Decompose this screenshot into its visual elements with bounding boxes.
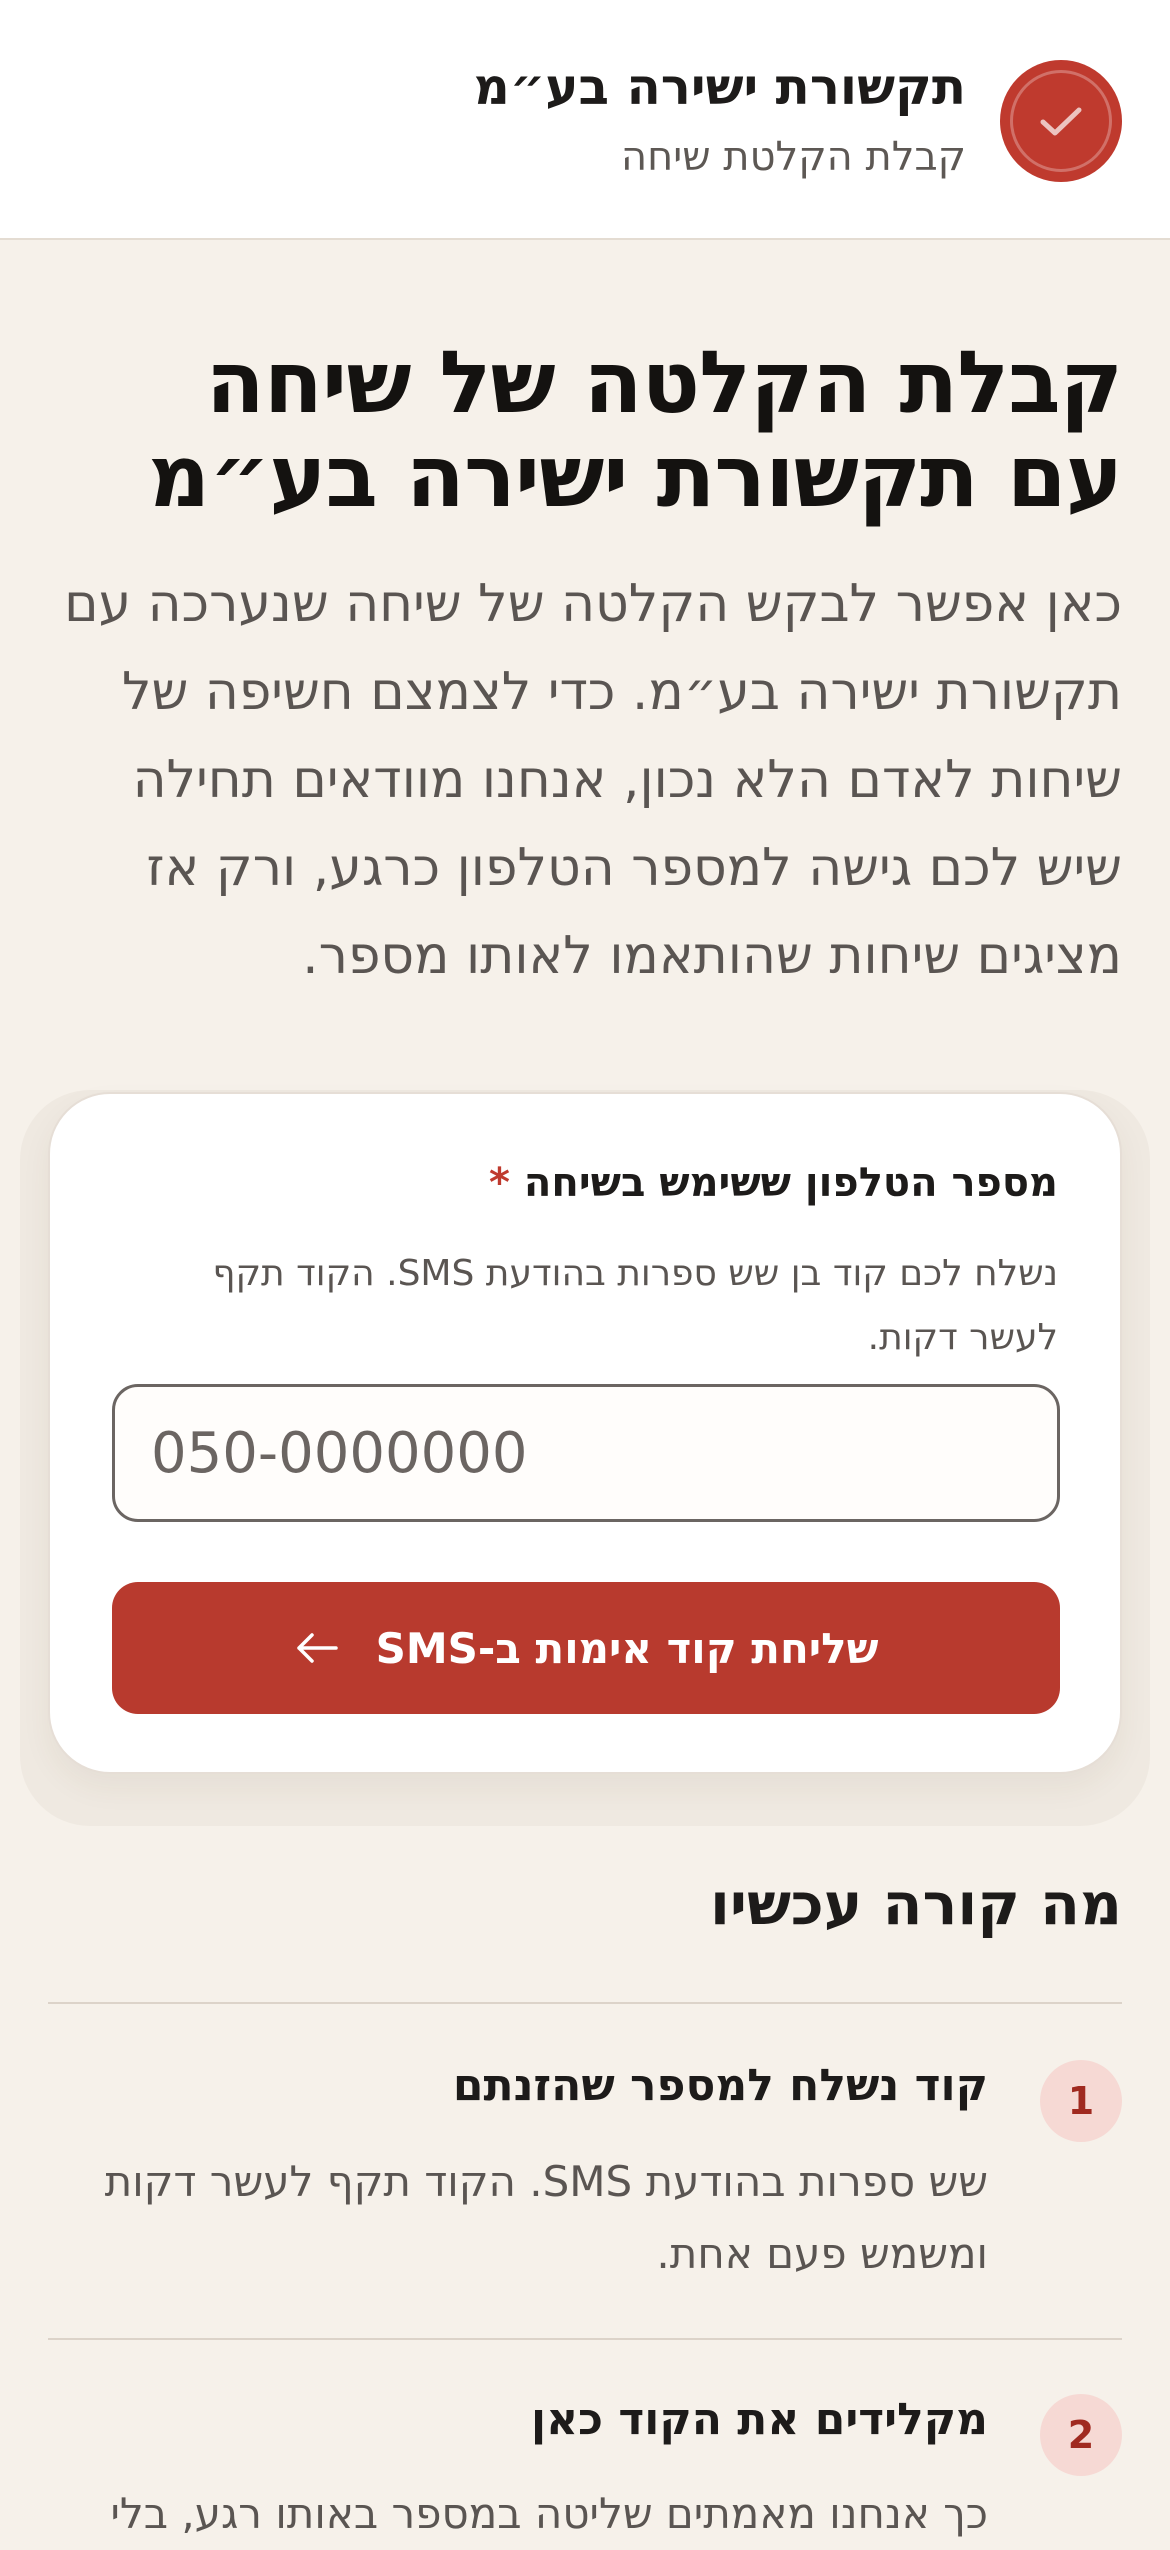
step-title: מקלידים את הקוד כאן xyxy=(531,2394,988,2445)
page-title: קבלת הקלטה של שיחה עם תקשורת ישירה בע״מ xyxy=(48,333,1123,527)
brand-logo xyxy=(1000,60,1122,182)
header-subtitle: קבלת הקלטת שיחה xyxy=(621,134,966,180)
header-title: תקשורת ישירה בע״מ xyxy=(473,58,966,116)
send-sms-code-label: שליחת קוד אימות ב-SMS xyxy=(375,1623,879,1673)
intro-line: מציגים שיחות שהותאמו לאותו מספר. xyxy=(302,926,1122,986)
page-title-line: עם תקשורת ישירה בע״מ xyxy=(147,427,1123,527)
phone-field-label-text: מספר הטלפון ששימש בשיחה xyxy=(523,1160,1058,1206)
check-icon xyxy=(1010,70,1112,172)
send-sms-code-button[interactable]: שליחת קוד אימות ב-SMS xyxy=(112,1582,1060,1714)
help-line: לעשר דקות. xyxy=(867,1317,1058,1358)
app-header: תקשורת ישירה בע״מ קבלת הקלטת שיחה xyxy=(0,0,1170,240)
step-number-badge: 1 xyxy=(1040,2060,1122,2142)
required-mark: * xyxy=(488,1160,510,1206)
arrow-left-icon xyxy=(294,1631,340,1665)
step-desc-line: ומשמש פעם אחת. xyxy=(656,2229,988,2278)
phone-verification-card: מספר הטלפון ששימש בשיחה * נשלח לכם קוד בן… xyxy=(48,1092,1122,1774)
intro-line: כאן אפשר לבקש הקלטה של שיחה שנערכה עם xyxy=(64,574,1122,634)
page-title-line: קבלת הקלטה של שיחה xyxy=(205,333,1123,433)
phone-input[interactable] xyxy=(112,1384,1060,1522)
steps-heading: מה קורה עכשיו xyxy=(709,1870,1122,1938)
intro-line: תקשורת ישירה בע״מ. כדי לצמצם חשיפה של xyxy=(121,662,1122,722)
step-number-badge: 2 xyxy=(1040,2394,1122,2476)
help-line: נשלח לכם קוד בן שש ספרות בהודעת SMS. הקו… xyxy=(212,1253,1058,1294)
phone-field-label: מספר הטלפון ששימש בשיחה * xyxy=(489,1160,1058,1206)
phone-field-help: נשלח לכם קוד בן שש ספרות בהודעת SMS. הקו… xyxy=(98,1242,1058,1370)
step-desc-line: שש ספרות בהודעת SMS. הקוד תקף לעשר דקות xyxy=(104,2157,988,2206)
intro-text: כאן אפשר לבקש הקלטה של שיחה שנערכה עם תק… xyxy=(46,560,1122,1000)
intro-line: שיש לכם גישה למספר הטלפון כרגע, ורק אז xyxy=(146,838,1122,898)
divider xyxy=(48,2338,1122,2340)
step-description: כך אנחנו מאמתים שליטה במספר באותו רגע, ב… xyxy=(28,2478,988,2550)
step-description: שש ספרות בהודעת SMS. הקוד תקף לעשר דקות … xyxy=(28,2146,988,2290)
intro-line: שיחות לאדם הלא נכון, אנחנו מוודאים תחילה xyxy=(132,750,1122,810)
step-title: קוד נשלח למספר שהזנתם xyxy=(452,2060,988,2111)
step-desc-line: כך אנחנו מאמתים שליטה במספר באותו רגע, ב… xyxy=(110,2489,988,2538)
divider xyxy=(48,2002,1122,2004)
